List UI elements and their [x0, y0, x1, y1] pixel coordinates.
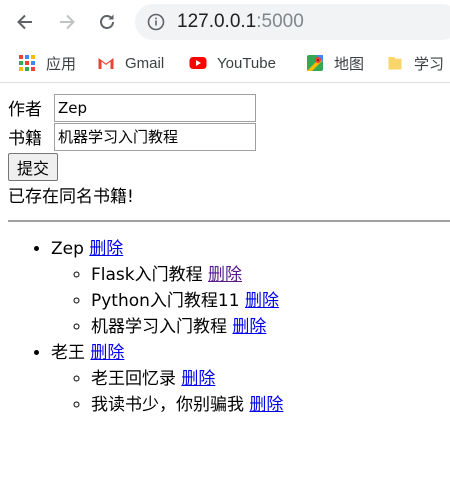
book-input[interactable] — [54, 122, 256, 151]
back-arrow-icon — [17, 14, 32, 30]
author-name: Zep — [51, 239, 84, 259]
book-list: Flask入门教程 删除 Python入门教程11 删除 机器学习入门教程 删除 — [51, 262, 442, 340]
bookmark-label: 学习 — [414, 55, 445, 73]
add-book-form: 作者 书籍 提交 — [8, 93, 442, 181]
browser-toolbar: 127.0.0.1:5000 — [0, 0, 450, 44]
delete-author-link[interactable]: 删除 — [89, 239, 123, 259]
bookmark-apps[interactable]: 应用 — [18, 52, 76, 74]
book-list: 老王回忆录 删除 我读书少，你别骗我 删除 — [51, 366, 442, 418]
author-row: 作者 — [8, 93, 442, 122]
forward-arrow-icon — [60, 14, 75, 30]
bookmark-label: YouTube — [217, 54, 276, 72]
author-label: 作者 — [8, 100, 42, 120]
delete-book-link[interactable]: 删除 — [249, 395, 283, 415]
author-list: Zep 删除 Flask入门教程 删除 Python入门教程11 删除 机器学习… — [8, 236, 442, 418]
book-title: 我读书少，你别骗我 — [91, 395, 244, 415]
page-content: 作者 书籍 提交 已存在同名书籍! Zep 删除 Flask入门教程 删除 Py… — [8, 93, 450, 418]
book-label: 书籍 — [8, 129, 42, 149]
book-row: 书籍 — [8, 122, 442, 151]
bookmark-youtube[interactable]: YouTube — [189, 52, 276, 74]
maps-icon — [307, 55, 323, 71]
author-name: 老王 — [51, 343, 85, 363]
divider — [8, 220, 450, 222]
bookmark-maps[interactable]: 地图 — [306, 52, 364, 74]
delete-book-link[interactable]: 删除 — [181, 369, 215, 389]
book-item: 我读书少，你别骗我 删除 — [91, 392, 442, 418]
delete-book-link[interactable]: 删除 — [208, 265, 242, 285]
info-icon[interactable] — [147, 13, 165, 31]
bookmark-label: Gmail — [125, 54, 165, 72]
author-item: Zep 删除 Flask入门教程 删除 Python入门教程11 删除 机器学习… — [51, 236, 442, 340]
forward-button[interactable] — [51, 6, 83, 38]
delete-author-link[interactable]: 删除 — [90, 343, 124, 363]
apps-grid-icon — [19, 55, 35, 71]
book-title: 机器学习入门教程 — [91, 317, 227, 337]
url-host: 127.0.0.1 — [177, 11, 257, 32]
bookmarks-bar: 应用 Gmail YouTube 地图 学习 — [0, 44, 450, 83]
book-item: 老王回忆录 删除 — [91, 366, 442, 392]
delete-book-link[interactable]: 删除 — [232, 317, 266, 337]
book-item: 机器学习入门教程 删除 — [91, 314, 442, 340]
bookmark-label: 应用 — [46, 55, 77, 73]
youtube-icon — [189, 57, 207, 69]
book-title: 老王回忆录 — [91, 369, 176, 389]
reload-icon — [100, 14, 114, 29]
bookmark-label: 地图 — [334, 55, 365, 73]
url-port: :5000 — [256, 11, 304, 32]
address-bar[interactable]: 127.0.0.1:5000 — [135, 4, 450, 40]
folder-icon — [388, 57, 402, 70]
book-item: Flask入门教程 删除 — [91, 262, 442, 288]
author-item: 老王 删除 老王回忆录 删除 我读书少，你别骗我 删除 — [51, 340, 442, 418]
flash-message: 已存在同名书籍! — [8, 187, 134, 207]
reload-button[interactable] — [91, 6, 123, 38]
author-input[interactable] — [54, 93, 256, 122]
delete-book-link[interactable]: 删除 — [245, 291, 279, 311]
back-button[interactable] — [9, 6, 41, 38]
book-title: Flask入门教程 — [91, 265, 203, 285]
url-text[interactable]: 127.0.0.1:5000 — [177, 11, 304, 33]
submit-button[interactable]: 提交 — [8, 153, 59, 181]
book-title: Python入门教程11 — [91, 291, 240, 311]
bookmark-gmail[interactable]: Gmail — [97, 52, 164, 74]
book-item: Python入门教程11 删除 — [91, 288, 442, 314]
bookmark-study-folder[interactable]: 学习 — [386, 52, 444, 74]
gmail-icon — [98, 58, 114, 69]
